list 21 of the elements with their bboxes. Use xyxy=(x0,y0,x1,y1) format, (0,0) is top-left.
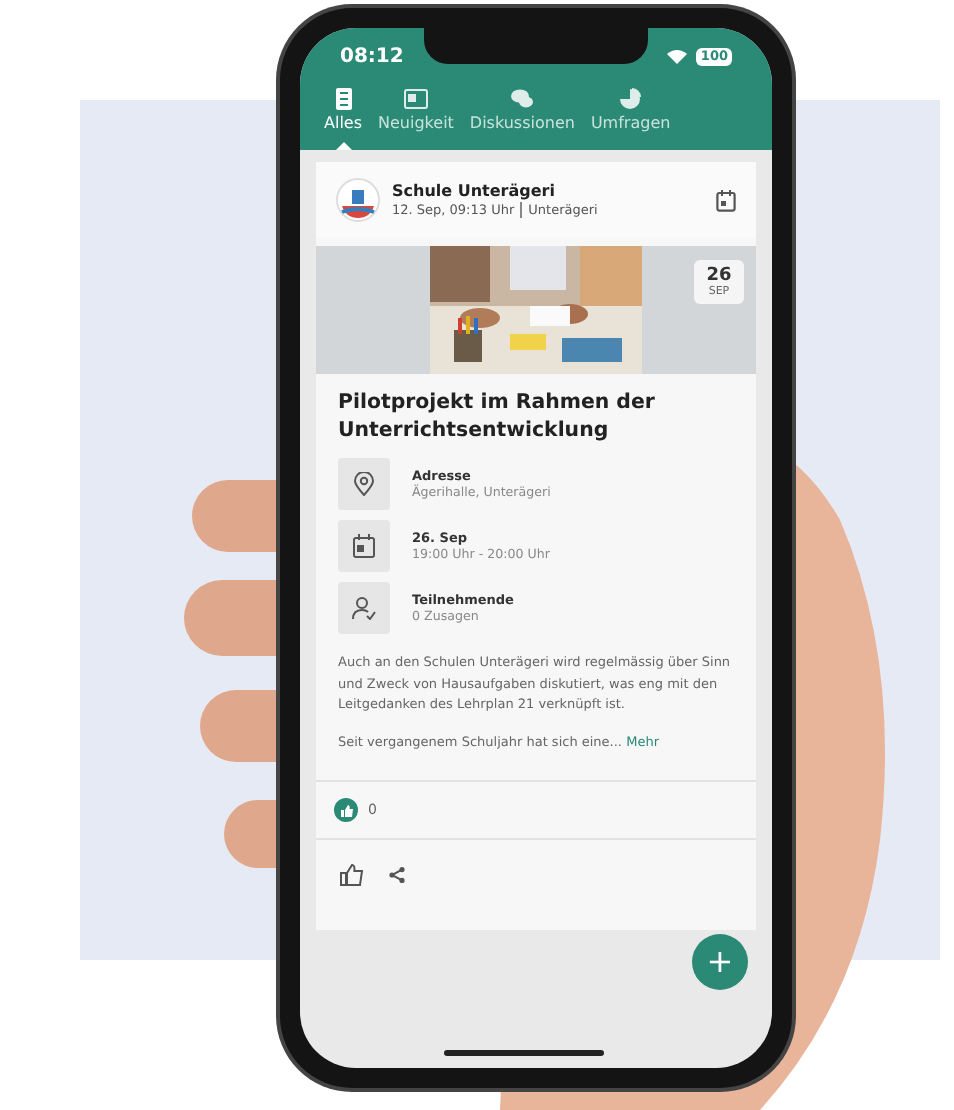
pie-chart-icon xyxy=(618,88,643,110)
school-logo-icon xyxy=(336,178,380,222)
share-icon[interactable] xyxy=(388,866,406,884)
tab[interactable]: Umfragen xyxy=(590,88,671,150)
thumbs-up-icon[interactable] xyxy=(340,864,364,886)
tab[interactable]: Neuigkeit xyxy=(378,88,454,150)
like-count-icon xyxy=(334,798,358,822)
detail-icon xyxy=(338,520,390,572)
wifi-icon xyxy=(666,48,689,64)
tab[interactable]: Diskussionen xyxy=(469,88,575,150)
calendar-icon[interactable] xyxy=(716,189,736,211)
newspaper-icon xyxy=(403,88,428,110)
detail-icon xyxy=(338,582,390,634)
list-icon xyxy=(331,88,355,110)
detail-icon xyxy=(338,458,390,510)
status-time: 08:12 xyxy=(340,45,404,67)
chat-icon xyxy=(510,88,535,110)
post-title: Pilotprojekt im Rahmen der Unterrichtsentwicklung xyxy=(338,390,657,446)
author-name: Schule Unterägeri xyxy=(392,182,557,200)
tab[interactable]: Alles xyxy=(324,88,363,150)
add-button[interactable]: + xyxy=(692,934,748,990)
